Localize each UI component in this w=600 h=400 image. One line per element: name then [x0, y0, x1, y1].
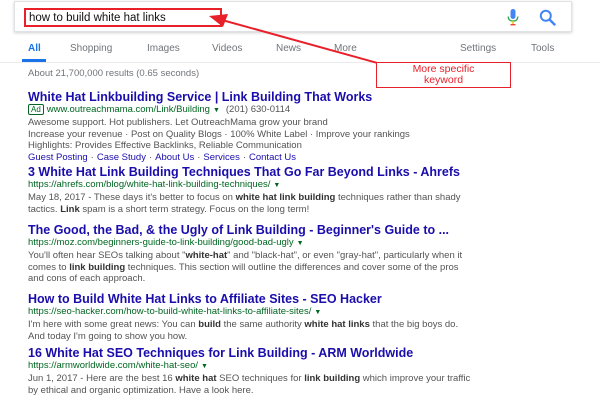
result-title[interactable]: White Hat Linkbuilding Service | Link Bu… — [28, 90, 593, 104]
tab-shopping[interactable]: Shopping — [70, 43, 112, 54]
result-url-line: https://moz.com/beginners-guide-to-link-… — [28, 237, 593, 250]
result-title[interactable]: The Good, the Bad, & the Ugly of Link Bu… — [28, 223, 593, 237]
snippet-line: tactics. Link spam is a short term strat… — [28, 203, 310, 215]
snippet-line: I'm here with some great news: You can b… — [28, 319, 459, 330]
result-title[interactable]: 16 White Hat SEO Techniques for Link Bui… — [28, 346, 593, 360]
tab-more[interactable]: More — [334, 43, 357, 54]
result-url[interactable]: https://moz.com/beginners-guide-to-link-… — [28, 237, 294, 248]
result-title[interactable]: 3 White Hat Link Building Techniques Tha… — [28, 165, 593, 179]
caret-down-icon[interactable]: ▼ — [297, 240, 304, 247]
result-url-line: https://seo-hacker.com/how-to-build-whit… — [28, 306, 593, 319]
snippet-line: comes to link building techniques. This … — [28, 261, 459, 273]
result-url-line: https://ahrefs.com/blog/white-hat-link-b… — [28, 179, 593, 192]
result-url-line: Ad www.outreachmama.com/Link/Building ▼ (20… — [28, 104, 593, 117]
sitelink-services[interactable]: Services — [203, 152, 239, 163]
caret-down-icon[interactable]: ▼ — [273, 182, 280, 189]
sitelink-case-study[interactable]: Case Study — [97, 152, 146, 163]
phone-number[interactable]: (201) 630-0114 — [226, 104, 290, 115]
sitelink-contact-us[interactable]: Contact Us — [249, 152, 296, 163]
snippet-line: Increase your revenue · Post on Quality … — [28, 128, 410, 140]
caret-down-icon[interactable]: ▼ — [213, 107, 220, 114]
result-url[interactable]: https://seo-hacker.com/how-to-build-whit… — [28, 306, 311, 317]
tab-settings[interactable]: Settings — [460, 43, 496, 54]
mic-icon[interactable] — [507, 9, 519, 26]
search-result: The Good, the Bad, & the Ugly of Link Bu… — [28, 223, 593, 285]
snippet-line: And today I'm going to show you how. — [28, 330, 188, 342]
result-url[interactable]: https://ahrefs.com/blog/white-hat-link-b… — [28, 179, 270, 190]
search-input[interactable] — [29, 10, 259, 25]
result-url-line: https://armworldwide.com/white-hat-seo/▼ — [28, 360, 593, 373]
search-icon[interactable] — [539, 9, 556, 26]
tab-images[interactable]: Images — [147, 43, 180, 54]
ad-badge: Ad — [28, 104, 44, 115]
snippet-line: You'll often hear SEOs talking about "wh… — [28, 250, 463, 261]
tab-all[interactable]: All — [28, 43, 41, 54]
result-url[interactable]: www.outreachmama.com/Link/Building — [47, 104, 210, 115]
result-stats: About 21,700,000 results (0.65 seconds) — [28, 68, 200, 79]
tab-videos[interactable]: Videos — [212, 43, 242, 54]
search-result-ad: White Hat Linkbuilding Service | Link Bu… — [28, 90, 593, 163]
caret-down-icon[interactable]: ▼ — [201, 363, 208, 370]
result-title[interactable]: How to Build White Hat Links to Affiliat… — [28, 292, 593, 306]
result-url[interactable]: https://armworldwide.com/white-hat-seo/ — [28, 360, 198, 371]
snippet-line: Jun 1, 2017 - Here are the best 16 white… — [28, 373, 471, 384]
tab-tools[interactable]: Tools — [531, 43, 554, 54]
sitelink-about-us[interactable]: About Us — [155, 152, 194, 163]
annotation-line-2: keyword — [423, 74, 464, 86]
snippet-line: by ethical and organic optimization. Hav… — [28, 384, 254, 396]
snippet-line: Highlights: Provides Effective Backlinks… — [28, 140, 302, 151]
search-result: 16 White Hat SEO Techniques for Link Bui… — [28, 346, 593, 396]
search-bar — [14, 1, 572, 32]
search-result: How to Build White Hat Links to Affiliat… — [28, 292, 593, 342]
caret-down-icon[interactable]: ▼ — [314, 309, 321, 316]
snippet-line: Awesome support. Hot publishers. Let Out… — [28, 117, 328, 128]
snippet-line: and cons of each approach. — [28, 273, 146, 284]
snippet-line: May 18, 2017 - These days it's better to… — [28, 192, 461, 203]
tab-news[interactable]: News — [276, 43, 301, 54]
search-result: 3 White Hat Link Building Techniques Tha… — [28, 165, 593, 215]
annotation-callout: More specific keyword — [376, 62, 511, 88]
sitelink-guest-posting[interactable]: Guest Posting — [28, 152, 88, 163]
sitelinks: Guest Posting · Case Study · About Us · Servic… — [28, 151, 296, 163]
